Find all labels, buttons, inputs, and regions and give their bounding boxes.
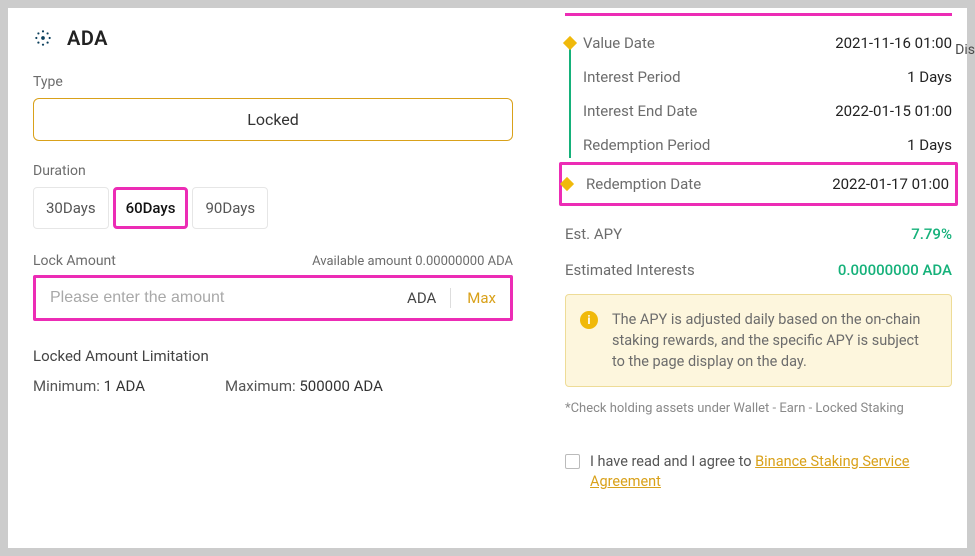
duration-options: 30Days 60Days 90Days bbox=[33, 187, 513, 229]
redemption-period-label: Redemption Period bbox=[583, 136, 710, 154]
coin-name: ADA bbox=[67, 26, 108, 50]
redemption-period-value: 1 Days bbox=[907, 136, 952, 154]
value-date-label: Value Date bbox=[583, 34, 655, 52]
timeline-line bbox=[569, 42, 571, 158]
est-interests-label: Estimated Interests bbox=[565, 261, 695, 279]
limitation-title: Locked Amount Limitation bbox=[33, 347, 513, 365]
duration-option-30[interactable]: 30Days bbox=[33, 187, 109, 229]
max-label: Maximum: bbox=[225, 377, 296, 395]
max-button[interactable]: Max bbox=[451, 289, 496, 307]
limitation-values: Minimum: 1 ADA Maximum: 500000 ADA bbox=[33, 377, 513, 395]
right-column: Value Date 2021-11-16 01:00 Interest Per… bbox=[535, 26, 952, 548]
interest-end-value: 2022-01-15 01:00 bbox=[835, 102, 952, 120]
type-label: Type bbox=[33, 74, 513, 90]
timeline: Value Date 2021-11-16 01:00 Interest Per… bbox=[565, 26, 952, 206]
staking-modal: ADA Type Locked Duration 30Days 60Days 9… bbox=[8, 8, 967, 548]
coin-header: ADA bbox=[33, 26, 513, 50]
stat-est-interests: Estimated Interests 0.00000000 ADA bbox=[565, 252, 952, 288]
lock-amount-input-box: ADA Max bbox=[33, 275, 513, 321]
est-interests-value: 0.00000000 ADA bbox=[838, 261, 952, 279]
redemption-date-label: Redemption Date bbox=[586, 175, 701, 193]
min-value: 1 ADA bbox=[104, 377, 145, 395]
timeline-interest-period: Interest Period 1 Days bbox=[583, 60, 952, 94]
top-highlight-marker bbox=[565, 8, 952, 16]
agreement-checkbox[interactable] bbox=[565, 454, 580, 469]
agreement-prefix: I have read and I agree to bbox=[590, 453, 755, 470]
timeline-interest-end: Interest End Date 2022-01-15 01:00 bbox=[583, 94, 952, 128]
lock-amount-symbol: ADA bbox=[393, 289, 450, 307]
info-icon: i bbox=[580, 311, 598, 329]
interest-period-label: Interest Period bbox=[583, 68, 681, 86]
apy-value: 7.79% bbox=[911, 225, 952, 243]
min-label: Minimum: bbox=[33, 377, 100, 395]
apy-info-box: i The APY is adjusted daily based on the… bbox=[565, 294, 952, 387]
right-edge-fragment: Dis bbox=[955, 42, 975, 58]
left-column: ADA Type Locked Duration 30Days 60Days 9… bbox=[33, 26, 535, 548]
lock-amount-input[interactable] bbox=[50, 289, 393, 307]
timeline-value-date: Value Date 2021-11-16 01:00 bbox=[583, 26, 952, 60]
max-value: 500000 ADA bbox=[299, 377, 383, 395]
interest-end-label: Interest End Date bbox=[583, 102, 697, 120]
duration-option-90[interactable]: 90Days bbox=[192, 187, 268, 229]
info-text: The APY is adjusted daily based on the o… bbox=[612, 311, 920, 370]
diamond-icon bbox=[560, 177, 574, 191]
stat-apy: Est. APY 7.79% bbox=[565, 216, 952, 252]
footnote: *Check holding assets under Wallet - Ear… bbox=[565, 401, 952, 416]
lock-amount-label: Lock Amount bbox=[33, 253, 116, 269]
ada-icon bbox=[33, 28, 53, 48]
redemption-highlight: Redemption Date 2022-01-17 01:00 bbox=[559, 162, 958, 206]
duration-option-60[interactable]: 60Days bbox=[113, 187, 189, 229]
apy-label: Est. APY bbox=[565, 225, 622, 243]
type-option-locked[interactable]: Locked bbox=[33, 98, 513, 141]
duration-label: Duration bbox=[33, 163, 513, 179]
timeline-redemption-period: Redemption Period 1 Days bbox=[583, 128, 952, 162]
interest-period-value: 1 Days bbox=[907, 68, 952, 86]
value-date-value: 2021-11-16 01:00 bbox=[835, 34, 952, 52]
available-amount: Available amount 0.00000000 ADA bbox=[312, 254, 513, 269]
agreement-row: I have read and I agree to Binance Staki… bbox=[565, 452, 952, 493]
timeline-redemption-date: Redemption Date 2022-01-17 01:00 bbox=[586, 167, 949, 201]
lock-amount-header: Lock Amount Available amount 0.00000000 … bbox=[33, 253, 513, 269]
redemption-date-value: 2022-01-17 01:00 bbox=[832, 175, 949, 193]
diamond-icon bbox=[563, 36, 577, 50]
